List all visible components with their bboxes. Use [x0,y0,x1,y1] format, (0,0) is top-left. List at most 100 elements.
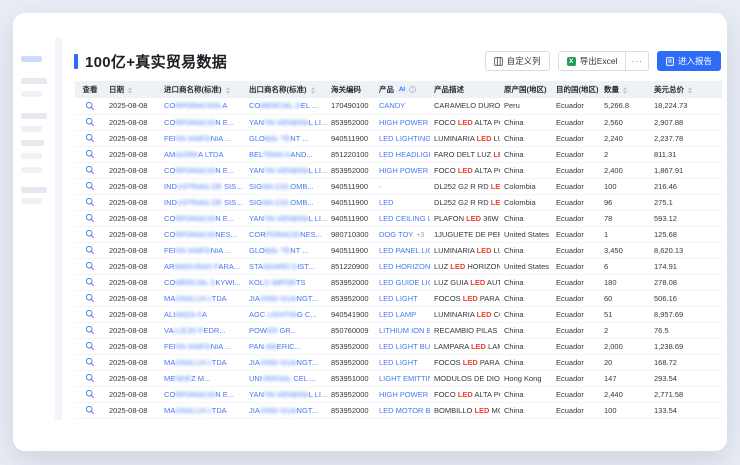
product-link[interactable]: HIGH POWER LED F [379,166,430,175]
more-options-button[interactable]: ··· [626,51,649,71]
sidebar-skeleton-item[interactable] [21,140,44,146]
sort-carets-icon[interactable] [688,87,692,94]
col-header-importer[interactable]: 进口商名称(标准) [160,81,245,98]
sidebar-skeleton-item[interactable] [21,91,42,97]
product-link[interactable]: LED MOTOR BULB [379,406,430,415]
importer-name-link[interactable]: CORPORACION E... [164,390,234,399]
view-details-icon[interactable] [85,277,95,287]
importer-name-link[interactable]: VALLEJO PEDR... [164,326,226,335]
view-details-icon[interactable] [85,133,95,143]
exporter-name-link[interactable]: YANTAI GENERAL LI... [249,118,327,127]
info-circle-icon[interactable]: i [409,86,416,93]
view-details-icon[interactable] [85,245,95,255]
exporter-name-link[interactable]: CORPORACIONES... [249,230,322,239]
importer-name-link[interactable]: CORPORACION E... [164,166,234,175]
sidebar-item-active[interactable] [21,56,42,62]
sidebar-skeleton-item[interactable] [21,187,47,193]
exporter-name-link[interactable]: KOLD IMPORTS [249,278,306,287]
view-details-icon[interactable] [85,405,95,415]
product-link[interactable]: LED HEADLIGHT [379,150,430,159]
view-details-icon[interactable] [85,341,95,351]
product-more-badge[interactable]: +3 [416,232,424,239]
customize-columns-button[interactable]: 自定义列 [485,51,550,71]
view-details-icon[interactable] [85,197,95,207]
view-details-icon[interactable] [85,389,95,399]
importer-name-link[interactable]: FEIRA SINFONIA ... [164,342,231,351]
exporter-name-link[interactable]: POWER GR... [249,326,297,335]
exporter-name-link[interactable]: YANTAI GENERAL LI... [249,166,327,175]
view-details-icon[interactable] [85,357,95,367]
product-link[interactable]: HIGH POWER LED F [379,118,430,127]
view-details-icon[interactable] [85,101,95,111]
exporter-name-link[interactable]: COMERCIAL DEL ... [249,101,318,110]
importer-name-link[interactable]: INDUSTRIAS DE SIS... [164,182,242,191]
sort-carets-icon[interactable] [128,87,132,94]
sidebar-skeleton-item[interactable] [21,126,42,132]
product-link[interactable]: LIGHT EMITTIN [379,374,430,383]
sidebar-skeleton-item[interactable] [21,153,42,159]
exporter-name-link[interactable]: YANTAI GENERAL LI... [249,390,327,399]
view-details-icon[interactable] [85,213,95,223]
col-header-exporter[interactable]: 出口商名称(标准) [245,81,327,98]
importer-name-link[interactable]: ARMADURAS PARA... [164,262,240,271]
exporter-name-link[interactable]: PAN AMERIC... [249,342,301,351]
product-link[interactable]: LED LIGHT BULB [379,342,430,351]
enter-report-button[interactable]: 进入报告 [657,51,721,71]
importer-name-link[interactable]: ALIANZA SA [164,310,207,319]
importer-name-link[interactable]: MENDEZ M... [164,374,210,383]
sidebar-skeleton-item[interactable] [21,78,47,84]
view-details-icon[interactable] [85,373,95,383]
importer-name-link[interactable]: CORPORACIONES... [164,230,237,239]
importer-name-link[interactable]: CORPORACION E... [164,118,234,127]
view-details-icon[interactable] [85,117,95,127]
product-link[interactable]: LED GUIDE LIGHT T [379,278,430,287]
exporter-name-link[interactable]: UNIVERSAL CEL ... [249,374,316,383]
importer-name-link[interactable]: FEIRA SINFONIA ... [164,134,231,143]
importer-name-link[interactable]: MAGNALUX LTDA [164,406,227,415]
product-link[interactable]: CANDY [379,101,405,110]
importer-name-link[interactable]: COMERCIAL SKYWI... [164,278,241,287]
exporter-name-link[interactable]: JIAXING GUANGT... [249,294,318,303]
exporter-name-link[interactable]: YANTAI GENERAL LI... [249,214,327,223]
view-details-icon[interactable] [85,181,95,191]
product-link[interactable]: LITHIUM ION BATTE [379,326,430,335]
export-excel-button[interactable]: X 导出Excel [558,51,627,71]
exporter-name-link[interactable]: STANDARD DIST... [249,262,314,271]
exporter-name-link[interactable]: SIGMA COLOMB... [249,198,314,207]
view-details-icon[interactable] [85,293,95,303]
product-link[interactable]: LED LIGHT [379,294,418,303]
product-link[interactable]: LED CEILING LIGHT [379,214,430,223]
exporter-name-link[interactable]: SIGMA COLOMB... [249,182,314,191]
importer-name-link[interactable]: CORPORACION E... [164,214,234,223]
product-link[interactable]: LED LIGHT [379,358,418,367]
product-link[interactable]: LED HORIZONTAL L [379,262,430,271]
importer-name-link[interactable]: INDUSTRIAS DE SIS... [164,198,242,207]
sidebar-skeleton-item[interactable] [21,113,47,119]
exporter-name-link[interactable]: JIAXING GUANGT... [249,406,318,415]
exporter-name-link[interactable]: GLOBAL TENT ... [249,246,308,255]
sort-carets-icon[interactable] [226,87,230,94]
col-header-date[interactable]: 日期 [105,81,160,98]
exporter-name-link[interactable]: BELTRAN HAND... [249,150,313,159]
exporter-name-link[interactable]: GLOBAL TENT ... [249,134,308,143]
product-link[interactable]: LED LIGHTING [379,134,430,143]
importer-name-link[interactable]: AMAZONIA LTDA [164,150,223,159]
sort-carets-icon[interactable] [311,87,315,94]
exporter-name-link[interactable]: AGC LIGHTING C... [249,310,317,319]
exporter-name-link[interactable]: JIAXING GUANGT... [249,358,318,367]
view-details-icon[interactable] [85,261,95,271]
product-link[interactable]: LED LAMP [379,310,416,319]
product-link[interactable]: LED PANEL LIG [379,246,430,255]
product-link[interactable]: DOG TOY [379,230,413,239]
product-link[interactable]: LED [379,198,394,207]
sort-carets-icon[interactable] [623,87,627,94]
importer-name-link[interactable]: CORPORACION A [164,101,227,110]
view-details-icon[interactable] [85,229,95,239]
view-details-icon[interactable] [85,165,95,175]
sidebar-skeleton-item[interactable] [21,167,42,173]
view-details-icon[interactable] [85,325,95,335]
col-header-qty[interactable]: 数量 [600,81,650,98]
view-details-icon[interactable] [85,309,95,319]
sidebar-skeleton-item[interactable] [21,198,42,204]
importer-name-link[interactable]: FEIRA SINFONIA ... [164,246,231,255]
